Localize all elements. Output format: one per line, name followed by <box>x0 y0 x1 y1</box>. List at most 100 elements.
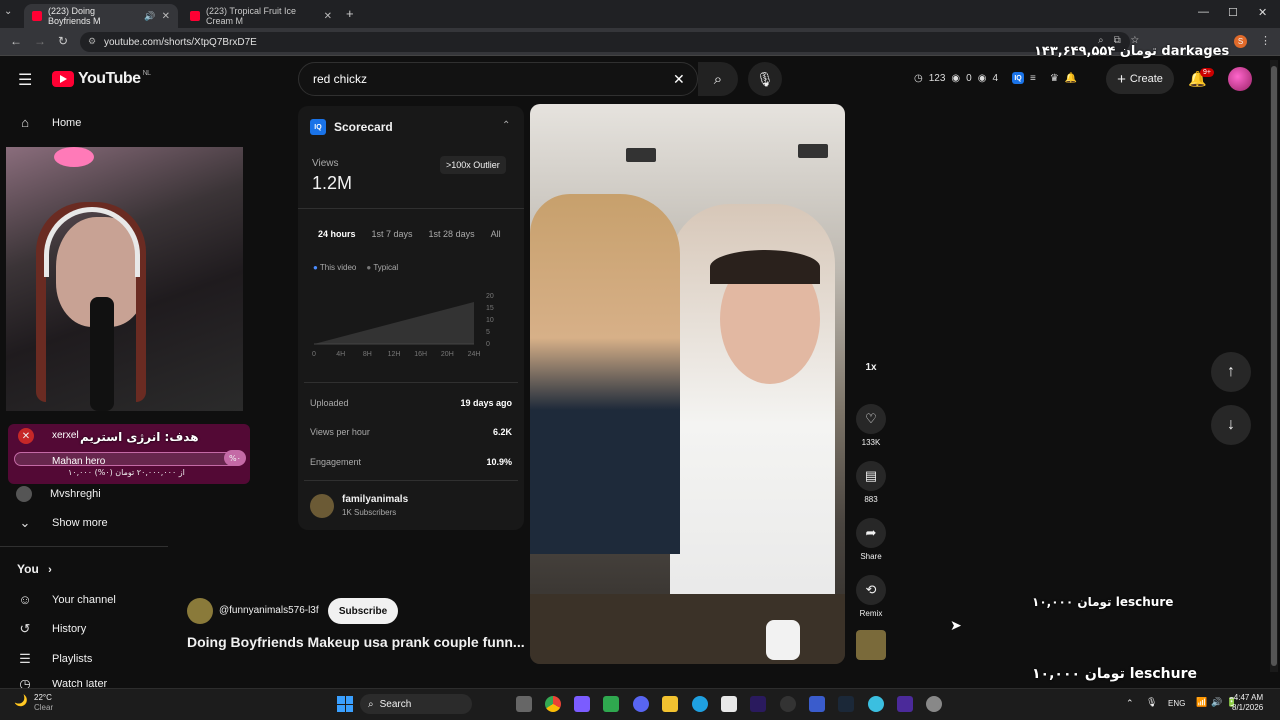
clear-search-icon[interactable]: ✕ <box>673 71 685 88</box>
task-view-icon[interactable] <box>516 696 532 712</box>
clock-icon: ◷ <box>914 72 923 84</box>
scorecard-divider <box>298 208 524 209</box>
channel-avatar[interactable] <box>187 598 213 624</box>
channel-handle[interactable]: @funnyanimals576-l3f <box>219 605 319 616</box>
sidebar-item-home[interactable]: ⌂ Home <box>16 115 81 130</box>
close-icon: ✕ <box>18 428 34 444</box>
ceiling-vent <box>626 148 656 162</box>
tab-all[interactable]: All <box>491 229 501 239</box>
minimize-button[interactable]: — <box>1198 6 1209 18</box>
discord-icon[interactable] <box>633 696 649 712</box>
app-icon[interactable] <box>603 696 619 712</box>
tab-7-days[interactable]: 1st 7 days <box>372 229 413 239</box>
trophy-icon[interactable]: ♛ <box>1050 73 1059 84</box>
forward-icon[interactable]: → <box>34 34 46 48</box>
list-icon[interactable]: ≡ <box>1030 73 1036 84</box>
short-title[interactable]: Doing Boyfriends Makeup usa prank couple… <box>187 634 525 650</box>
hamburger-menu-icon[interactable]: ☰ <box>18 70 32 90</box>
create-button[interactable]: + Create <box>1106 64 1174 94</box>
goal-title: هدف: انرژی استریم <box>80 430 199 444</box>
tray-chevron-icon[interactable]: ⌃ <box>1126 698 1134 709</box>
sidebar-item-playlists[interactable]: ☰ Playlists <box>16 651 92 667</box>
sidebar-item-mvshreghi[interactable]: Mvshreghi <box>16 486 101 502</box>
next-short-button[interactable]: ↓ <box>1211 405 1251 445</box>
store-icon[interactable] <box>721 696 737 712</box>
app-icon[interactable] <box>897 696 913 712</box>
weather-widget[interactable]: 22°C Clear <box>34 693 53 713</box>
reload-icon[interactable]: ↻ <box>58 34 68 48</box>
channel-avatar[interactable] <box>310 494 334 518</box>
taskbar-clock[interactable]: 4:47 AM 8/1/2026 <box>1232 693 1263 713</box>
previous-short-button[interactable]: ↑ <box>1211 352 1251 392</box>
playlists-icon: ☰ <box>19 651 31 666</box>
weather-icon[interactable]: 🌙 <box>14 694 28 707</box>
sidebar-you-heading[interactable]: You › <box>17 562 52 576</box>
playback-speed[interactable]: 1x <box>852 362 890 373</box>
edge-icon[interactable] <box>692 696 708 712</box>
search-icon: ⌕ <box>713 70 723 88</box>
y-axis-ticks: 20 15 10 5 0 <box>486 293 494 348</box>
sidebar-item-watch-later[interactable]: ◷ Watch later <box>16 680 107 688</box>
new-tab-button[interactable]: + <box>346 6 354 21</box>
chrome-icon[interactable] <box>545 696 561 712</box>
close-tab-icon[interactable]: ✕ <box>162 11 170 22</box>
url-field[interactable]: ⚙ youtube.com/shorts/XtpQ7BrxD7E <box>80 32 1130 52</box>
tab-24-hours[interactable]: 24 hours <box>318 229 356 239</box>
x-axis-ticks: 0 4H 8H 12H 16H 20H 24H <box>312 351 480 358</box>
scorecard-header[interactable]: IQ Scorecard <box>310 119 393 135</box>
file-explorer-icon[interactable] <box>662 696 678 712</box>
copilot-icon[interactable] <box>574 696 590 712</box>
app-icon[interactable] <box>868 696 884 712</box>
steam-icon[interactable] <box>838 696 854 712</box>
donation-overlay-bottom: ۱۰,۰۰۰ تومان leschure <box>1032 666 1197 682</box>
back-icon[interactable]: ← <box>10 34 22 48</box>
scorecard-channel-name[interactable]: familyanimals <box>342 494 408 505</box>
search-button[interactable]: ⌕ <box>698 62 738 96</box>
x-tick-label: 0 <box>312 351 316 358</box>
goal-percent-badge: %۰ <box>224 450 246 466</box>
stats-app-icon[interactable] <box>809 696 825 712</box>
comments-button[interactable]: ▤ 883 <box>852 461 890 504</box>
site-info-icon[interactable]: ⚙ <box>88 36 96 47</box>
audio-icon[interactable]: 🔊 <box>144 11 155 22</box>
collapse-icon[interactable]: ⌃ <box>502 120 510 131</box>
y-tick-label: 10 <box>486 317 494 324</box>
menu-dots-icon[interactable]: ⋮ <box>1260 34 1271 47</box>
profile-icon[interactable]: S <box>1234 35 1247 48</box>
sidebar-show-more[interactable]: ⌄ Show more <box>16 515 108 531</box>
extension-stats[interactable]: ◷ 123 ◉ 0 ◉ 4 IQ ≡ ♛ 🔔 <box>914 72 1077 84</box>
taskbar-search[interactable]: ⌕ Search <box>360 694 472 714</box>
start-icon[interactable] <box>337 696 353 712</box>
account-avatar[interactable] <box>1228 67 1252 91</box>
mic-tray-icon[interactable]: 🎙 <box>1146 697 1157 708</box>
search-input[interactable]: red chickz ✕ <box>298 62 698 96</box>
tab-tropical-fruit[interactable]: (223) Tropical Fruit Ice Cream M ✕ <box>182 4 340 28</box>
sound-thumbnail[interactable] <box>856 630 886 660</box>
tab-28-days[interactable]: 1st 28 days <box>429 229 475 239</box>
settings-icon[interactable] <box>926 696 942 712</box>
sidebar-item-history[interactable]: ↺ History <box>16 621 87 637</box>
scrollbar-thumb[interactable] <box>1271 66 1277 666</box>
alert-icon[interactable]: 🔔 <box>1065 73 1077 84</box>
sidebar-item-your-channel[interactable]: ☺ Your channel <box>16 592 115 607</box>
maximize-button[interactable]: ☐ <box>1228 6 1238 19</box>
obs-icon[interactable] <box>780 696 796 712</box>
page-scrollbar[interactable] <box>1270 60 1278 672</box>
language-indicator[interactable]: ENG <box>1168 699 1185 708</box>
goal-progress-bar <box>14 452 244 466</box>
like-button[interactable]: ♡ 133K <box>852 404 890 447</box>
subscribe-button[interactable]: Subscribe <box>328 598 398 624</box>
share-button[interactable]: ➦ Share <box>852 518 890 561</box>
short-video-player[interactable] <box>530 104 845 664</box>
vidiq-icon[interactable]: IQ <box>1012 72 1025 84</box>
tab-search-icon[interactable]: ⌄ <box>4 6 12 17</box>
premiere-icon[interactable] <box>750 696 766 712</box>
typical-area <box>314 302 474 344</box>
close-window-button[interactable]: ✕ <box>1258 6 1267 19</box>
microphone-icon: 🎙 <box>756 70 774 87</box>
remix-button[interactable]: ⟲ Remix <box>852 575 890 618</box>
tab-doing-boyfriends[interactable]: (223) Doing Boyfriends M 🔊 ✕ <box>24 4 178 28</box>
youtube-logo[interactable]: YouTube NL <box>52 70 151 88</box>
close-tab-icon[interactable]: ✕ <box>324 11 332 22</box>
voice-search-button[interactable]: 🎙 <box>748 62 782 96</box>
